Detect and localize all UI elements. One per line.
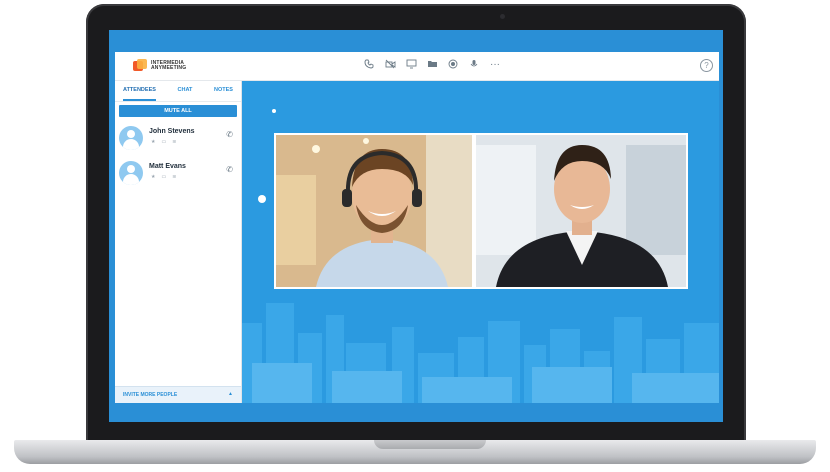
invite-more-people-bar[interactable]: INVITE MORE PEOPLE ▲ — [115, 386, 241, 403]
phone-icon[interactable]: ✆ — [226, 165, 233, 174]
decorative-dot — [272, 109, 276, 113]
participant-video-2 — [476, 135, 686, 287]
star-icon: ★ — [151, 139, 156, 145]
folder-icon[interactable] — [426, 59, 438, 71]
webcam-icon — [500, 14, 505, 19]
tab-chat[interactable]: CHAT — [178, 87, 193, 101]
phone-icon[interactable] — [363, 59, 375, 71]
attendee-row[interactable]: Matt Evans ★ ▭ ≋ ✆ — [119, 161, 237, 191]
laptop-base — [14, 440, 816, 464]
meeting-toolbar: ··· — [363, 59, 501, 71]
laptop-opening-notch — [374, 440, 486, 449]
phone-icon[interactable]: ✆ — [226, 130, 233, 139]
signal-icon: ≋ — [172, 174, 177, 180]
participant-video-1 — [276, 135, 472, 287]
attendee-name: Matt Evans — [149, 163, 186, 170]
logo-icon — [133, 59, 147, 73]
avatar — [119, 126, 143, 150]
video-stage — [242, 81, 719, 403]
help-icon[interactable]: ? — [700, 59, 713, 72]
microphone-icon[interactable] — [468, 59, 480, 71]
signal-icon: ≋ — [172, 139, 177, 145]
laptop-screen: INTERMEDIA ANYMEETING ··· ? ATTENDEES CH… — [109, 30, 723, 422]
app-logo: INTERMEDIA ANYMEETING — [133, 59, 186, 73]
attendee-name: John Stevens — [149, 128, 195, 135]
avatar — [119, 161, 143, 185]
mute-all-button[interactable]: MUTE ALL — [119, 105, 237, 117]
more-icon[interactable]: ··· — [489, 59, 501, 71]
sidebar: ATTENDEES CHAT NOTES MUTE ALL John Steve… — [115, 81, 242, 403]
chevron-up-icon[interactable]: ▲ — [228, 391, 233, 397]
tab-attendees[interactable]: ATTENDEES — [123, 87, 156, 101]
attendee-status-icons: ★ ▭ ≋ — [151, 174, 176, 180]
screen-share-icon[interactable] — [405, 59, 417, 71]
attendee-status-icons: ★ ▭ ≋ — [151, 139, 176, 145]
app-titlebar: INTERMEDIA ANYMEETING ··· ? — [115, 52, 719, 81]
logo-line2: ANYMEETING — [151, 65, 187, 71]
decorative-dot — [258, 195, 266, 203]
camera-off-icon: ▭ — [161, 139, 167, 145]
video-tile-matt-evans[interactable] — [474, 133, 688, 289]
record-icon[interactable] — [447, 59, 459, 71]
star-icon: ★ — [151, 174, 156, 180]
video-tile-john-stevens[interactable] — [274, 133, 474, 289]
camera-off-icon: ▭ — [161, 174, 167, 180]
attendee-row[interactable]: John Stevens ★ ▭ ≋ ✆ — [119, 126, 237, 156]
sidebar-tabs: ATTENDEES CHAT NOTES — [115, 81, 241, 102]
tab-notes[interactable]: NOTES — [214, 87, 233, 101]
video-camera-icon[interactable] — [384, 59, 396, 71]
invite-more-people-label: INVITE MORE PEOPLE — [123, 392, 178, 398]
city-skyline-illustration — [242, 303, 719, 403]
